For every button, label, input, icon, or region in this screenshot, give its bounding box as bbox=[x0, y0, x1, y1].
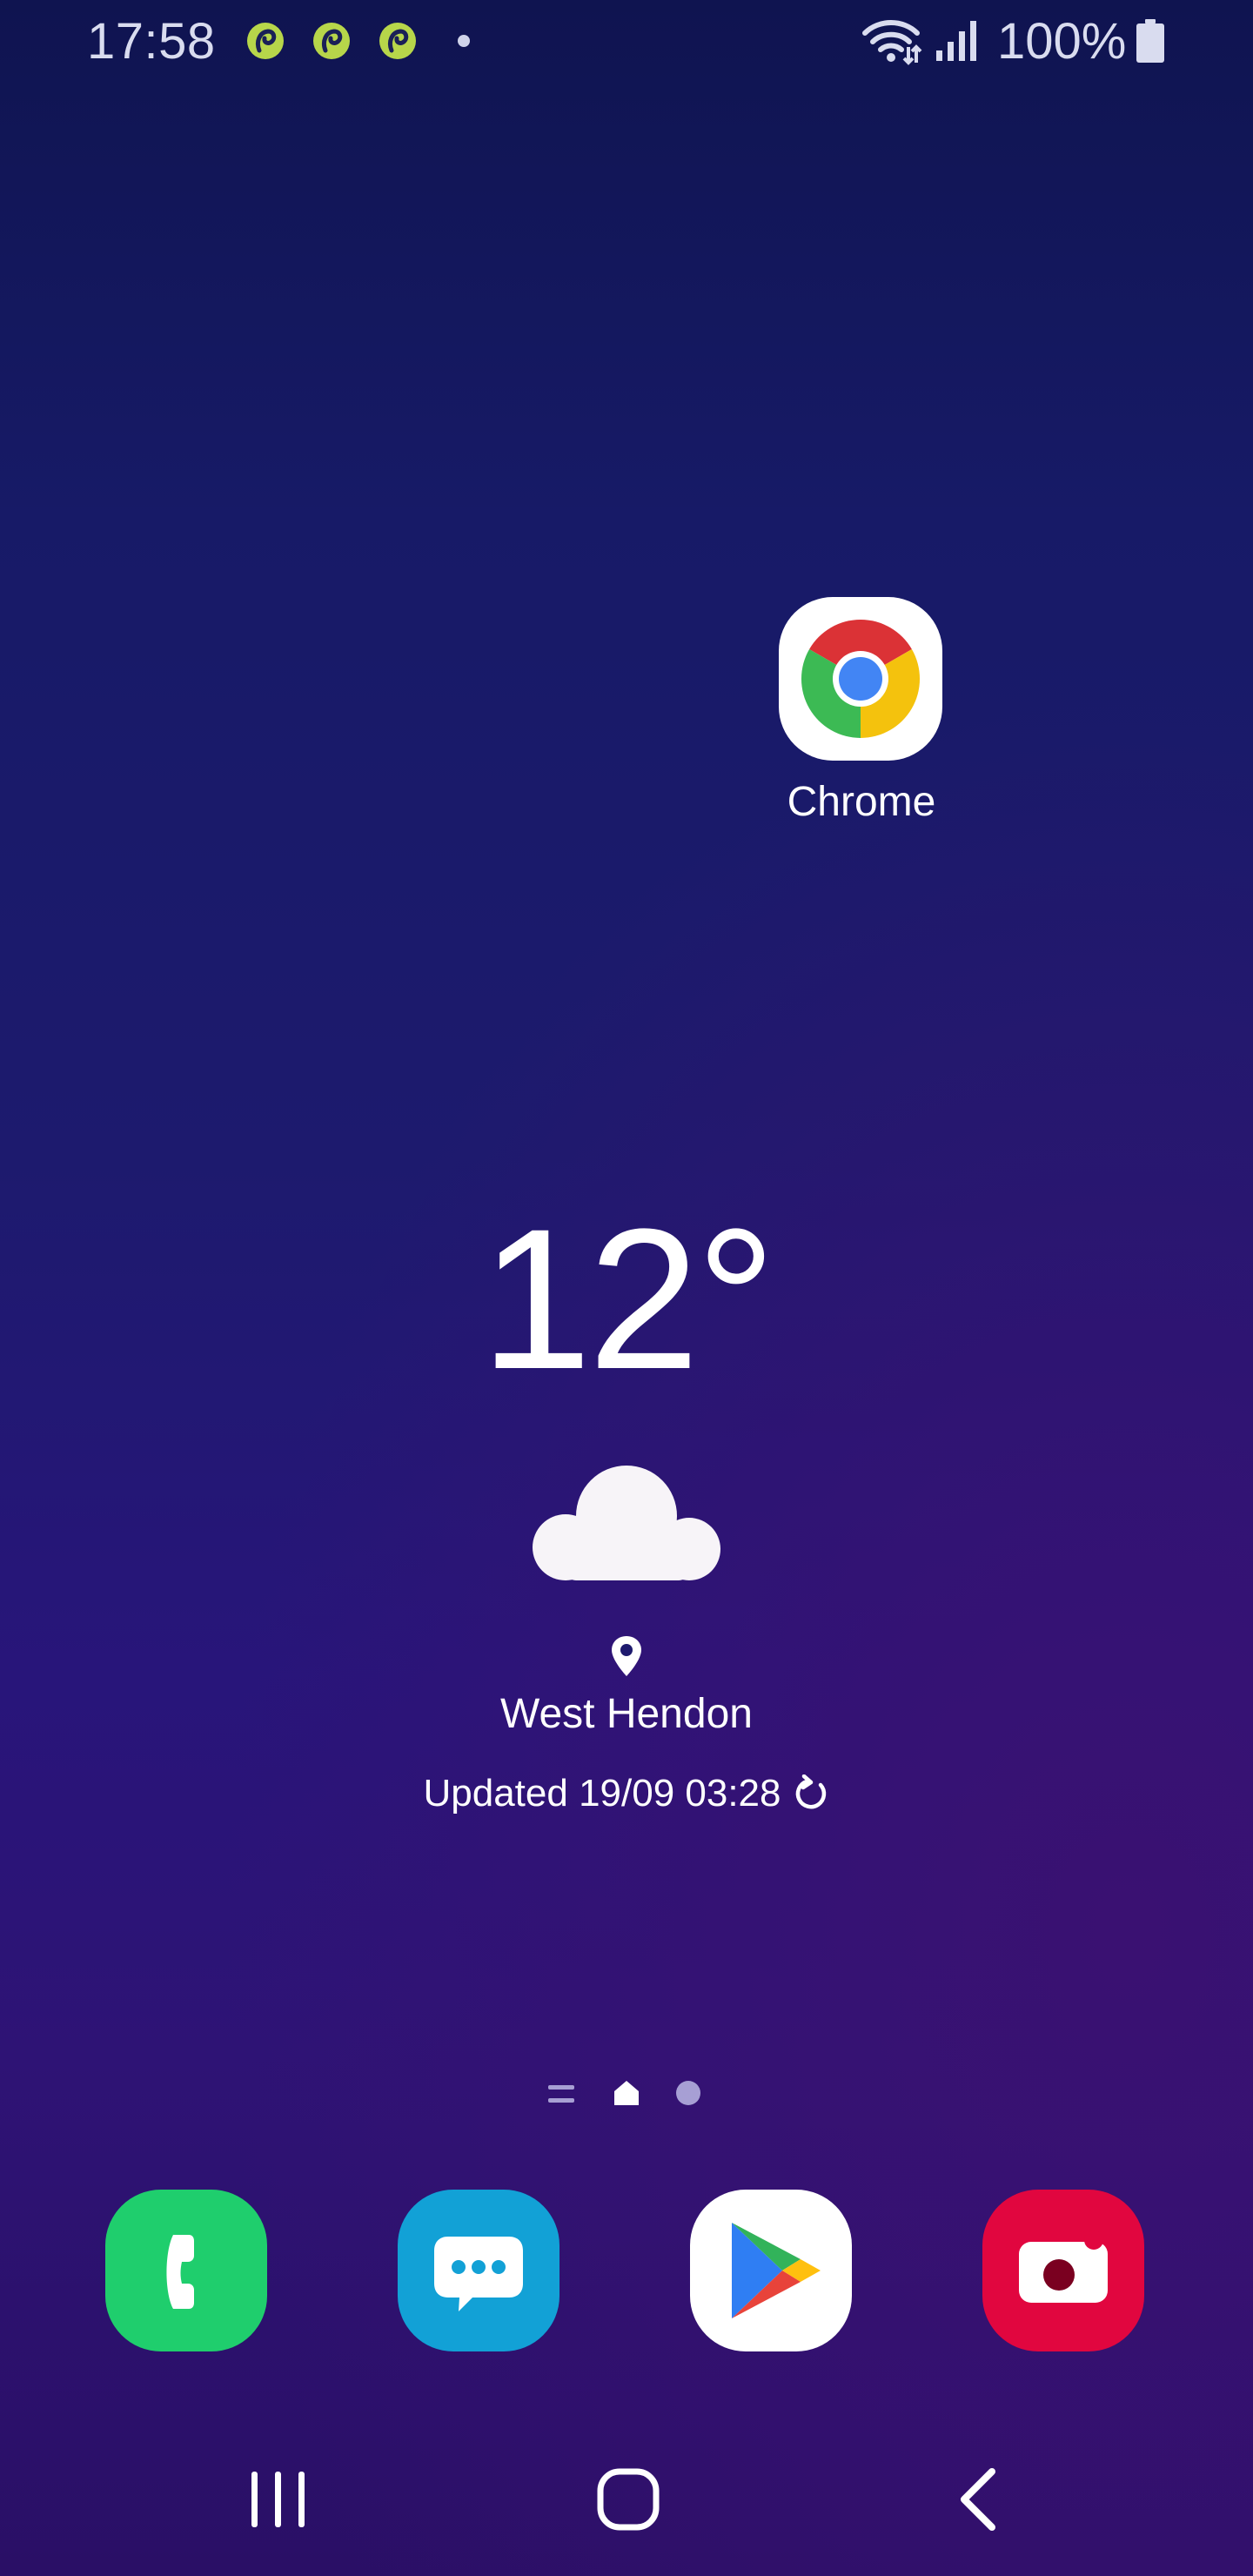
app-notification-icon bbox=[379, 23, 416, 59]
weather-updated-time: Updated 19/09 03:28 bbox=[423, 1772, 781, 1815]
page-dot bbox=[676, 2081, 700, 2105]
messages-icon bbox=[434, 2237, 523, 2311]
app-notification-icon bbox=[247, 23, 284, 59]
chrome-app-label: Chrome bbox=[787, 779, 936, 825]
back-button[interactable] bbox=[931, 2456, 1027, 2543]
app-notification-icon bbox=[313, 23, 350, 59]
wifi-icon bbox=[862, 20, 922, 65]
weather-location: West Hendon bbox=[500, 1691, 753, 1737]
play-store-app[interactable] bbox=[690, 2190, 852, 2351]
page-home-icon bbox=[614, 2081, 639, 2105]
home-icon bbox=[597, 2468, 660, 2531]
recents-button[interactable] bbox=[231, 2456, 326, 2543]
more-notifications-dot bbox=[458, 35, 470, 47]
phone-app[interactable] bbox=[105, 2190, 267, 2351]
battery-icon bbox=[1136, 19, 1164, 63]
page-indicator[interactable] bbox=[539, 2076, 714, 2111]
phone-icon bbox=[166, 2235, 194, 2309]
recents-icon bbox=[251, 2472, 305, 2527]
camera-app[interactable] bbox=[982, 2190, 1144, 2351]
weather-widget[interactable]: 12° West Hendon Updated 19/09 03:28 bbox=[365, 1184, 888, 1845]
camera-icon bbox=[1019, 2231, 1108, 2303]
cloud-icon bbox=[533, 1466, 720, 1580]
play-store-icon bbox=[732, 2223, 821, 2318]
weather-temperature: 12° bbox=[480, 1187, 776, 1411]
status-bar[interactable]: 17:58 100% bbox=[0, 0, 1253, 87]
navigation-bar bbox=[0, 2437, 1253, 2559]
signal-icon bbox=[936, 21, 976, 61]
chrome-icon[interactable] bbox=[779, 597, 942, 761]
chrome-logo bbox=[801, 619, 921, 738]
refresh-icon[interactable] bbox=[792, 1774, 830, 1813]
page-menu-icon bbox=[548, 2085, 574, 2103]
status-clock: 17:58 bbox=[87, 13, 216, 70]
messages-app[interactable] bbox=[398, 2190, 559, 2351]
battery-percent: 100% bbox=[997, 13, 1127, 70]
chrome-app-shortcut[interactable]: Chrome bbox=[766, 592, 957, 835]
back-icon bbox=[961, 2468, 995, 2531]
location-pin-icon bbox=[612, 1636, 641, 1676]
home-button[interactable] bbox=[580, 2456, 676, 2543]
weather-updated-row: Updated 19/09 03:28 bbox=[365, 1772, 888, 1824]
